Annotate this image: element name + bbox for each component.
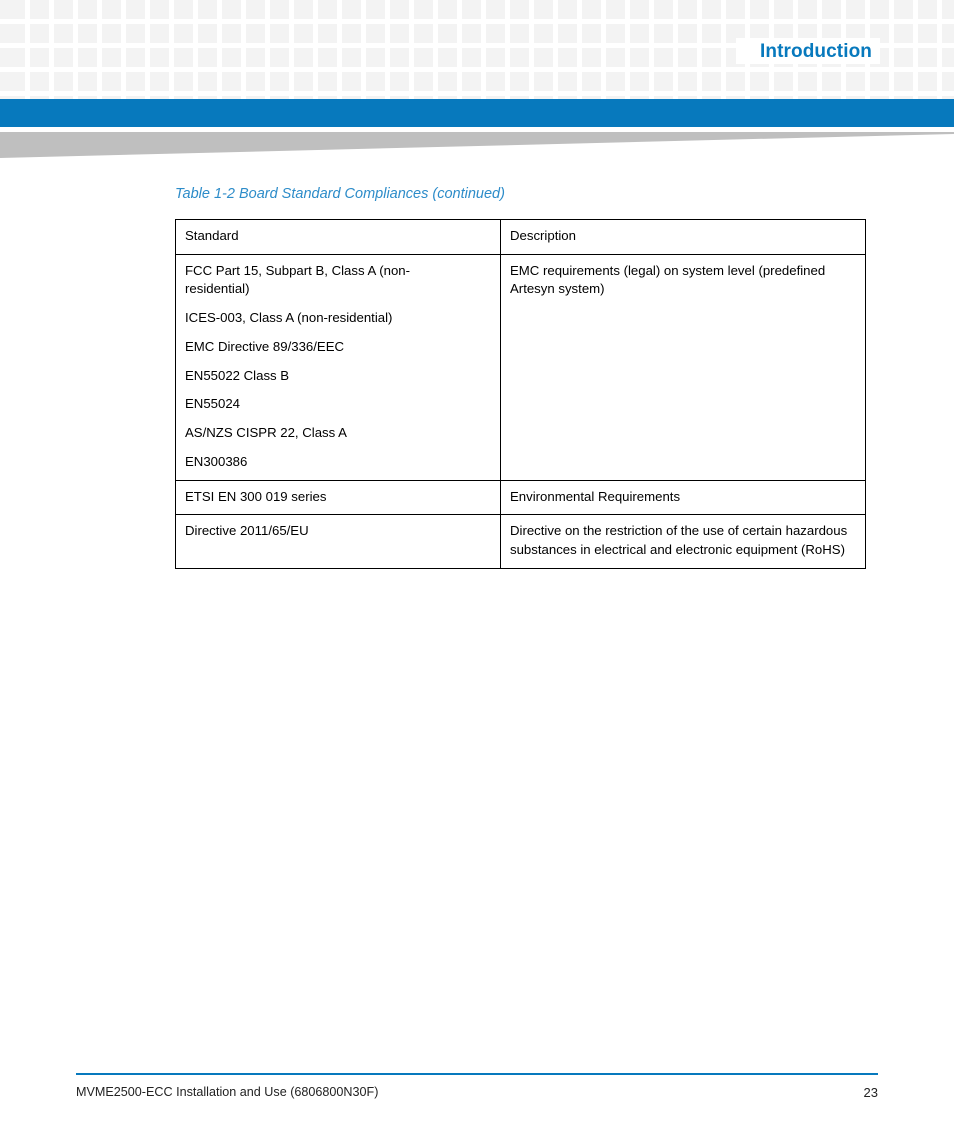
table-caption: Table 1-2 Board Standard Compliances (co… — [175, 186, 505, 202]
page-footer: MVME2500-ECC Installation and Use (68068… — [0, 1065, 954, 1145]
cell-standard: FCC Part 15, Subpart B, Class A (non-res… — [175, 253, 501, 481]
list-item: EMC Directive 89/336/EEC — [185, 338, 345, 354]
table-body: FCC Part 15, Subpart B, Class A (non-res… — [175, 253, 866, 569]
list-item: ETSI EN 300 019 series — [185, 488, 327, 504]
board-standard-compliances-table: Standard Description FCC Part 15, Subpar… — [175, 219, 866, 569]
table-row: FCC Part 15, Subpart B, Class A (non-res… — [175, 253, 866, 481]
cell-standard: ETSI EN 300 019 series — [175, 479, 501, 516]
cell-description: Directive on the restriction of the use … — [500, 514, 866, 569]
cell-description: Environmental Requirements — [500, 479, 866, 516]
cell-description: EMC requirements (legal) on system level… — [500, 253, 866, 481]
header-accent-bar — [0, 99, 954, 127]
list-item: AS/NZS CISPR 22, Class A — [185, 425, 347, 441]
column-header-standard: Standard — [175, 219, 501, 255]
table-row: Directive 2011/65/EU Directive on the re… — [175, 514, 866, 569]
header-gray-wedge — [0, 132, 954, 162]
page-header: Introduction — [0, 0, 954, 99]
list-item: EN55022 Class B — [185, 367, 290, 383]
table-header-row: Standard Description — [175, 219, 866, 255]
standards-list: FCC Part 15, Subpart B, Class A (non-res… — [185, 262, 491, 472]
list-item: EN55024 — [185, 396, 240, 412]
description-text: Directive on the restriction of the use … — [510, 523, 848, 558]
list-item: EN300386 — [185, 453, 248, 469]
footer-page-number: 23 — [863, 1085, 878, 1100]
description-text: EMC requirements (legal) on system level… — [510, 262, 826, 297]
list-item: FCC Part 15, Subpart B, Class A (non-res… — [185, 262, 411, 297]
description-text: Environmental Requirements — [510, 488, 681, 504]
list-item: ICES-003, Class A (non-residential) — [185, 310, 393, 326]
list-item: Directive 2011/65/EU — [185, 523, 309, 539]
footer-divider — [76, 1073, 878, 1075]
cell-standard: Directive 2011/65/EU — [175, 514, 501, 569]
gray-wedge-shape — [0, 132, 954, 158]
footer-document-title: MVME2500-ECC Installation and Use (68068… — [76, 1085, 379, 1099]
table-head: Standard Description — [175, 219, 866, 255]
column-header-description: Description — [500, 219, 866, 255]
page-section-title: Introduction — [759, 41, 872, 62]
standards-list: Directive 2011/65/EU — [185, 522, 491, 541]
table-row: ETSI EN 300 019 series Environmental Req… — [175, 479, 866, 516]
standards-list: ETSI EN 300 019 series — [185, 488, 491, 507]
